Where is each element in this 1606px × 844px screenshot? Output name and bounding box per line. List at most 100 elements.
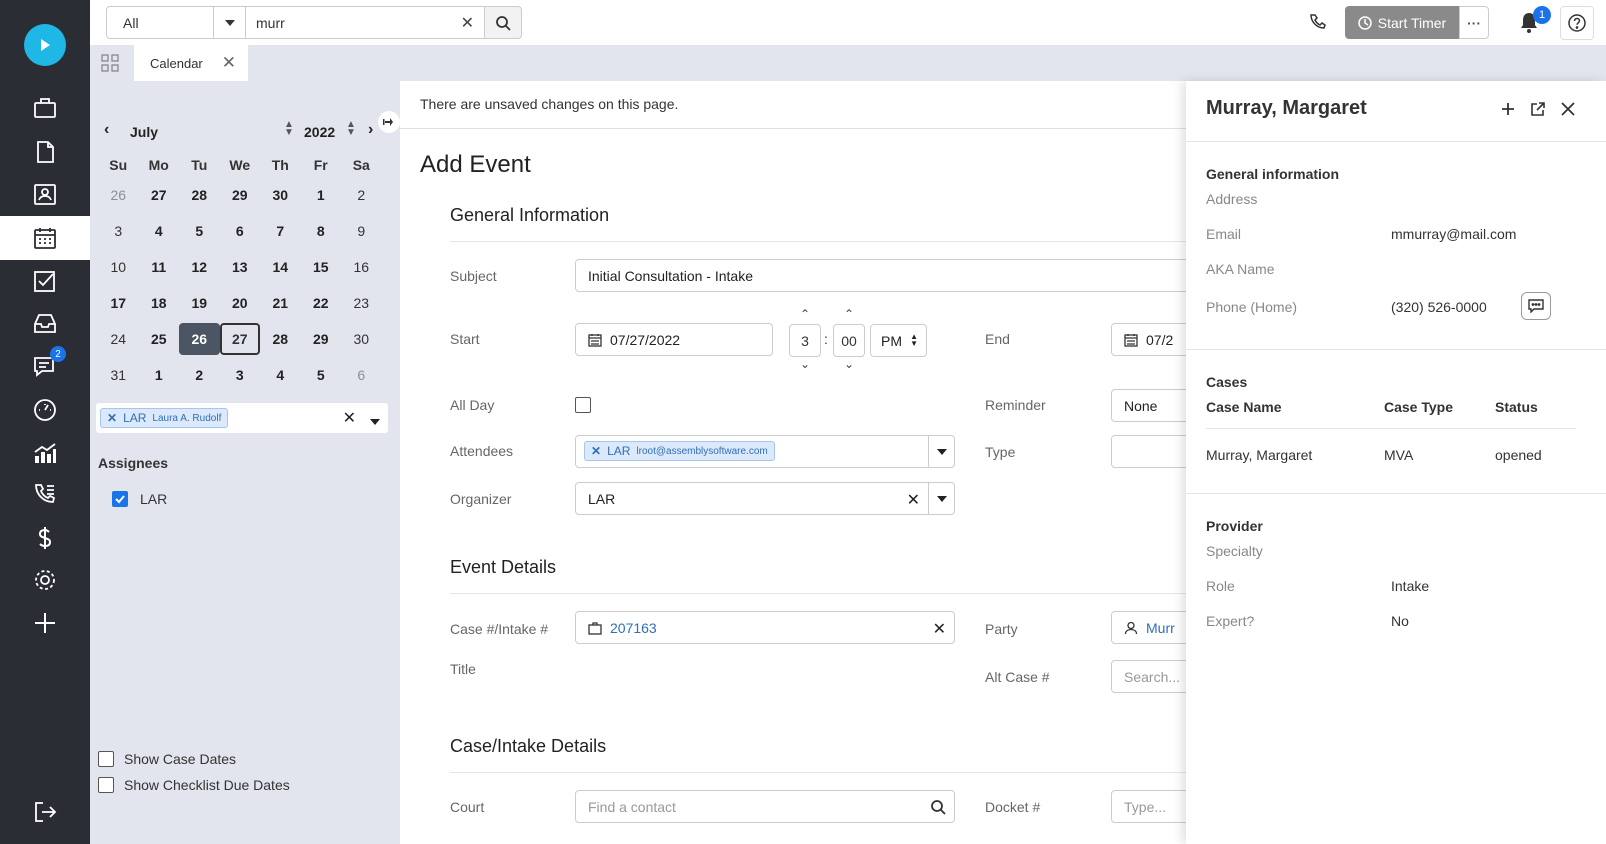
case-row-name[interactable]: Murray, Margaret xyxy=(1206,447,1312,463)
calendar-day[interactable]: 3 xyxy=(220,359,261,391)
email-link[interactable]: mmurray@mail.com xyxy=(1391,226,1516,242)
calendar-day[interactable]: 5 xyxy=(179,215,220,247)
calendar-day[interactable]: 12 xyxy=(179,251,220,283)
assignee-filter-chip[interactable]: ✕ LAR Laura A. Rudolf xyxy=(100,408,229,428)
checkbox-checked-icon[interactable] xyxy=(112,491,128,507)
clear-search-icon[interactable]: ✕ xyxy=(461,13,474,33)
party-value[interactable]: Murr xyxy=(1146,620,1175,636)
calendar-day[interactable]: 2 xyxy=(341,179,382,211)
chart-icon[interactable] xyxy=(0,431,90,475)
tab-calendar[interactable]: Calendar ✕ xyxy=(134,45,248,81)
calendar-day[interactable]: 26 xyxy=(179,323,220,355)
document-icon[interactable] xyxy=(0,130,90,174)
settings-gear-icon[interactable] xyxy=(0,558,90,602)
calendar-day[interactable]: 14 xyxy=(260,251,301,283)
calendar-day[interactable]: 6 xyxy=(220,215,261,247)
help-icon[interactable] xyxy=(1560,6,1594,40)
calendar-day[interactable]: 6 xyxy=(341,359,382,391)
ampm-select[interactable]: PM ▲ ▼ xyxy=(870,324,927,357)
show-checklist-dates-checkbox[interactable] xyxy=(98,777,114,793)
play-logo-icon[interactable] xyxy=(24,24,66,66)
hour-up-icon[interactable]: ⌃ xyxy=(789,307,821,321)
organizer-select[interactable]: LAR ✕ xyxy=(575,482,955,515)
phone-list-icon[interactable] xyxy=(0,472,90,516)
search-icon[interactable] xyxy=(930,799,946,818)
calendar-day[interactable]: 8 xyxy=(301,215,342,247)
dollar-icon[interactable] xyxy=(0,516,90,560)
calendar-day[interactable]: 21 xyxy=(260,287,301,319)
next-month-icon[interactable]: › xyxy=(368,121,373,139)
case-intake-value[interactable]: 207163 xyxy=(610,620,657,636)
chevron-down-icon[interactable] xyxy=(928,436,954,467)
prev-month-icon[interactable]: ‹ xyxy=(104,121,109,139)
contact-card-icon[interactable] xyxy=(0,172,90,216)
message-icon[interactable] xyxy=(1521,292,1551,320)
show-case-dates-checkbox[interactable] xyxy=(98,751,114,767)
year-label[interactable]: 2022 xyxy=(304,124,335,140)
start-timer-button[interactable]: Start Timer xyxy=(1345,6,1459,39)
calendar-day[interactable]: 5 xyxy=(301,359,342,391)
plus-icon[interactable] xyxy=(0,601,90,645)
calendar-day[interactable]: 23 xyxy=(341,287,382,319)
calendar-day[interactable]: 25 xyxy=(139,323,180,355)
calendar-day[interactable]: 4 xyxy=(139,215,180,247)
chat-icon[interactable]: 2 xyxy=(0,344,90,388)
search-scope-select[interactable]: All xyxy=(106,6,246,39)
minute-up-icon[interactable]: ⌃ xyxy=(833,307,865,321)
calendar-day[interactable]: 24 xyxy=(98,323,139,355)
calendar-day[interactable]: 4 xyxy=(260,359,301,391)
checkbox-task-icon[interactable] xyxy=(0,259,90,303)
calendar-day[interactable]: 22 xyxy=(301,287,342,319)
subject-input[interactable]: Initial Consultation - Intake xyxy=(575,259,1190,292)
calendar-day[interactable]: 30 xyxy=(341,323,382,355)
assignee-option[interactable]: LAR xyxy=(112,491,167,507)
party-input[interactable]: Murr xyxy=(1111,611,1190,644)
attendee-chip[interactable]: ✕ LAR lroot@assemblysoftware.com xyxy=(584,441,775,461)
calendar-day[interactable]: 27 xyxy=(139,179,180,211)
reminder-select[interactable]: None xyxy=(1111,389,1190,422)
calendar-day[interactable]: 15 xyxy=(301,251,342,283)
docket-input[interactable]: Type... xyxy=(1111,790,1190,823)
calendar-day[interactable]: 16 xyxy=(341,251,382,283)
type-select[interactable] xyxy=(1111,435,1190,468)
close-icon[interactable] xyxy=(1560,101,1576,120)
month-spinner-icon[interactable]: ▲ ▼ xyxy=(284,120,294,138)
close-tab-icon[interactable]: ✕ xyxy=(222,53,236,73)
chevron-down-icon[interactable] xyxy=(370,412,380,428)
calendar-day[interactable]: 28 xyxy=(260,323,301,355)
clear-filter-icon[interactable]: ✕ xyxy=(343,408,356,428)
calendar-day[interactable]: 27 xyxy=(219,323,260,355)
calendar-day[interactable]: 7 xyxy=(260,215,301,247)
calendar-day[interactable]: 1 xyxy=(139,359,180,391)
remove-chip-icon[interactable]: ✕ xyxy=(591,444,601,458)
logout-icon[interactable] xyxy=(0,790,90,834)
assignee-filter-input[interactable]: ✕ LAR Laura A. Rudolf ✕ xyxy=(96,403,388,433)
clear-organizer-icon[interactable]: ✕ xyxy=(907,490,920,510)
show-checklist-dates-option[interactable]: Show Checklist Due Dates xyxy=(98,777,290,793)
clear-case-icon[interactable]: ✕ xyxy=(933,619,946,639)
hour-down-icon[interactable]: ⌄ xyxy=(789,357,821,371)
calendar-day[interactable]: 11 xyxy=(139,251,180,283)
grid-menu-icon[interactable] xyxy=(100,53,120,73)
dashboard-gauge-icon[interactable] xyxy=(0,388,90,432)
calendar-day[interactable]: 2 xyxy=(179,359,220,391)
calendar-day[interactable]: 13 xyxy=(220,251,261,283)
chevron-down-icon[interactable] xyxy=(928,483,954,514)
calendar-day[interactable]: 18 xyxy=(139,287,180,319)
calendar-day[interactable]: 19 xyxy=(179,287,220,319)
phone-icon[interactable] xyxy=(1305,10,1329,34)
remove-chip-icon[interactable]: ✕ xyxy=(107,411,117,425)
chevron-down-icon[interactable] xyxy=(213,7,245,38)
all-day-checkbox[interactable] xyxy=(575,397,591,413)
search-button[interactable] xyxy=(484,6,522,39)
calendar-icon[interactable] xyxy=(0,216,90,260)
calendar-day[interactable]: 10 xyxy=(98,251,139,283)
calendar-day[interactable]: 29 xyxy=(301,323,342,355)
calendar-day[interactable]: 20 xyxy=(220,287,261,319)
court-input[interactable]: Find a contact xyxy=(575,790,955,823)
global-search-input[interactable]: murr ✕ xyxy=(245,6,485,39)
start-date-input[interactable]: 07/27/2022 xyxy=(575,323,773,356)
calendar-day[interactable]: 3 xyxy=(98,215,139,247)
inbox-icon[interactable] xyxy=(0,301,90,345)
minute-down-icon[interactable]: ⌄ xyxy=(833,357,865,371)
